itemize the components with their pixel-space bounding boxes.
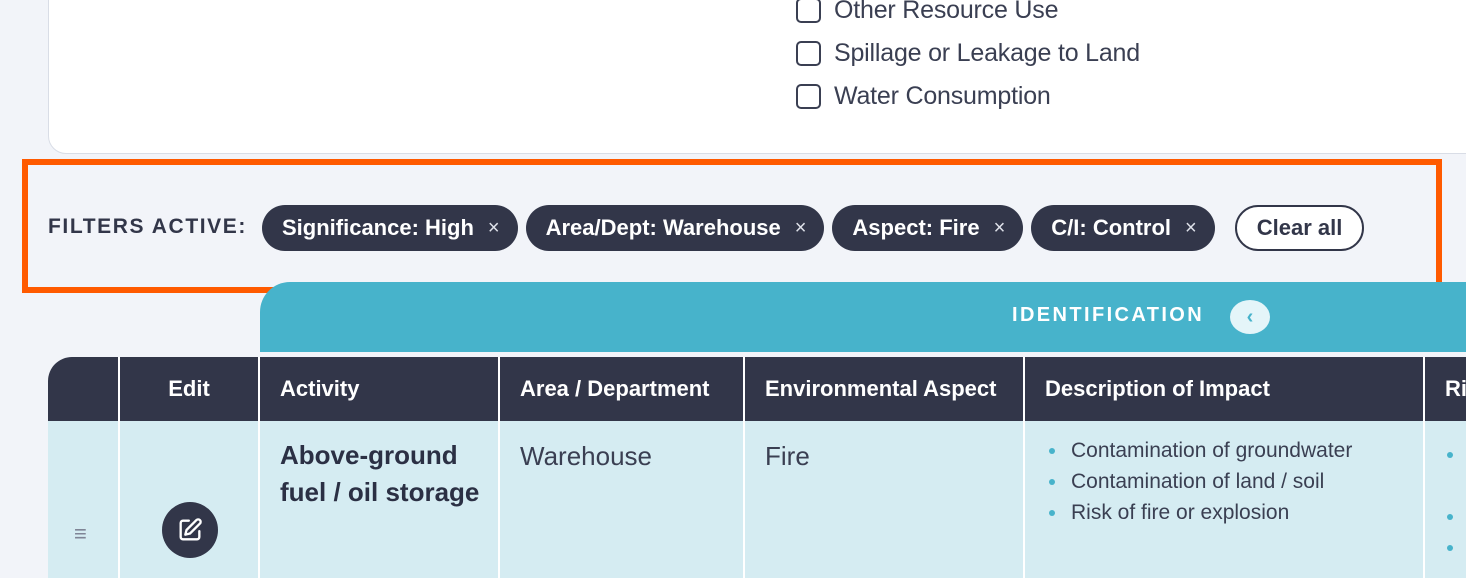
impact-cell: Contamination of groundwater Contaminati… [1025, 421, 1425, 578]
checkbox-label: Other Resource Use [834, 0, 1059, 24]
bullet-dot [1447, 514, 1453, 520]
column-header-drag [48, 357, 120, 421]
checkbox-box[interactable] [796, 41, 821, 66]
close-icon[interactable]: × [488, 217, 500, 240]
column-header-activity[interactable]: Activity [260, 357, 500, 421]
identification-section-header: IDENTIFICATION ‹ [260, 282, 1466, 352]
chip-label: Aspect: Fire [852, 215, 980, 240]
list-item: Contamination of land / soil [1045, 466, 1405, 497]
chip-label: Area/Dept: Warehouse [545, 215, 781, 240]
table-header: Edit Activity Area / Department Environm… [48, 357, 1466, 421]
filter-chip-control-impact[interactable]: C/I: Control × [1031, 205, 1215, 251]
list-item: Risk of fire or explosion [1045, 497, 1405, 528]
checkbox-box[interactable] [796, 84, 821, 109]
table-row: ≡ Above-ground fuel / oil storage Wareho… [48, 421, 1466, 578]
aspect-cell: Fire [745, 421, 1025, 578]
checkbox-other-resource-use[interactable]: Other Resource Use [796, 0, 1140, 32]
column-header-impact[interactable]: Description of Impact [1025, 357, 1425, 421]
checkbox-spillage-leakage[interactable]: Spillage or Leakage to Land [796, 32, 1140, 75]
aspect-text: Fire [765, 441, 810, 471]
chip-label: C/I: Control [1051, 215, 1172, 240]
area-cell: Warehouse [500, 421, 745, 578]
column-header-area[interactable]: Area / Department [500, 357, 745, 421]
checkbox-label: Water Consumption [834, 82, 1051, 110]
impact-list: Contamination of groundwater Contaminati… [1045, 435, 1405, 528]
active-filters-bar: FILTERS ACTIVE: Significance: High × Are… [22, 159, 1442, 293]
area-text: Warehouse [520, 441, 652, 471]
drag-handle-icon[interactable]: ≡ [74, 521, 87, 547]
clear-all-button[interactable]: Clear all [1234, 205, 1365, 251]
chevron-left-icon[interactable]: ‹ [1230, 300, 1270, 334]
filter-options-card: Other Resource Use Spillage or Leakage t… [48, 0, 1466, 154]
drag-cell: ≡ [48, 421, 120, 578]
checkbox-water-consumption[interactable]: Water Consumption [796, 75, 1140, 118]
chip-label: Significance: High [282, 215, 474, 240]
filters-active-label: FILTERS ACTIVE: [48, 215, 247, 238]
edit-cell [120, 421, 260, 578]
filter-chip-area-dept[interactable]: Area/Dept: Warehouse × [525, 205, 825, 251]
column-header-edit: Edit [120, 357, 260, 421]
section-title: IDENTIFICATION [1012, 304, 1205, 326]
close-icon[interactable]: × [1185, 217, 1197, 240]
bullet-dot [1447, 545, 1453, 551]
column-header-risk[interactable]: Ri [1425, 357, 1466, 421]
aspect-checkbox-list: Other Resource Use Spillage or Leakage t… [796, 0, 1140, 118]
close-icon[interactable]: × [795, 217, 807, 240]
edit-icon[interactable] [162, 502, 218, 558]
list-item: Contamination of groundwater [1045, 435, 1405, 466]
bullet-dot [1447, 452, 1453, 458]
filter-chip-significance[interactable]: Significance: High × [262, 205, 518, 251]
filter-chip-aspect[interactable]: Aspect: Fire × [832, 205, 1024, 251]
activity-cell: Above-ground fuel / oil storage [260, 421, 500, 578]
filter-chips: Significance: High × Area/Dept: Warehous… [262, 205, 1365, 251]
risk-cell [1425, 421, 1466, 578]
risk-bullet-list [1443, 441, 1453, 578]
checkbox-box[interactable] [796, 0, 821, 23]
close-icon[interactable]: × [994, 217, 1006, 240]
activity-text: Above-ground fuel / oil storage [280, 440, 480, 507]
column-header-aspect[interactable]: Environmental Aspect [745, 357, 1025, 421]
checkbox-label: Spillage or Leakage to Land [834, 39, 1140, 67]
